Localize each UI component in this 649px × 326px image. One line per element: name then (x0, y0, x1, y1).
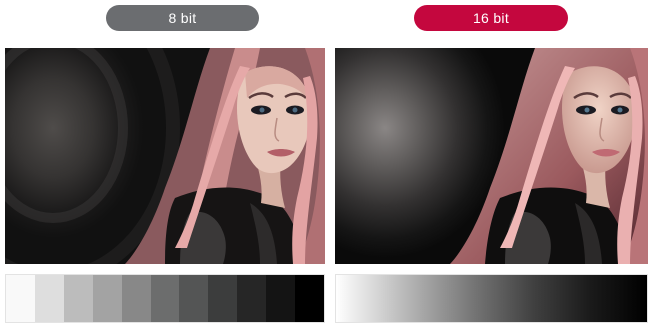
gradient-step (266, 275, 296, 322)
gradient-step (208, 275, 238, 322)
gradient-step (92, 275, 122, 322)
portrait-illustration-8-bit (5, 48, 325, 264)
label-8-bit: 8 bit (106, 5, 259, 31)
photo-8-bit (5, 48, 325, 264)
gradient-step (63, 275, 93, 322)
photo-16-bit (335, 48, 648, 264)
gradient-strip-8-bit (5, 274, 325, 323)
gradient-step (237, 275, 267, 322)
gradient-step (6, 275, 35, 322)
label-16-bit: 16 bit (414, 5, 568, 31)
gradient-step (121, 275, 151, 322)
gradient-strip-16-bit (335, 274, 648, 323)
portrait-illustration-16-bit (450, 48, 648, 264)
gradient-step (179, 275, 209, 322)
gradient-step (295, 275, 324, 322)
gradient-step (150, 275, 180, 322)
gradient-step (34, 275, 64, 322)
